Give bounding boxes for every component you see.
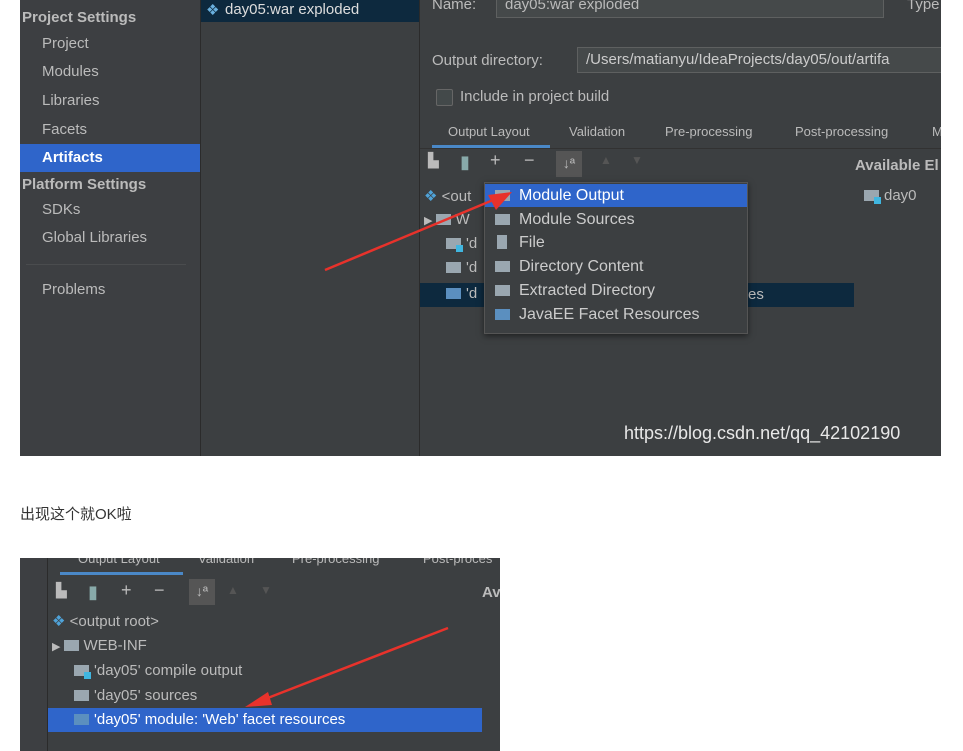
arrow-shaft — [259, 626, 449, 703]
ide-screenshot-artifacts-menu: Project Settings Project Modules Librari… — [20, 0, 941, 456]
red-arrow-annotation — [245, 626, 449, 707]
arrow-head — [245, 692, 272, 707]
red-arrow-annotation — [324, 192, 512, 272]
ide-screenshot-result: Output Layout Validation Pre-processing … — [20, 558, 500, 751]
caption-text: 出现这个就OK啦 — [20, 506, 132, 523]
arrow-head — [488, 192, 512, 210]
arrow-shaft — [324, 196, 499, 272]
